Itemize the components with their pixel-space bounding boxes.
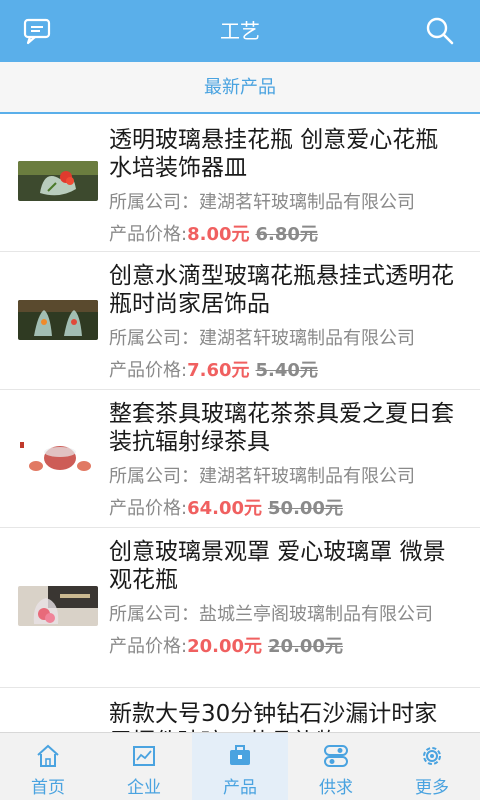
product-item[interactable]: 新款大号30分钟钻石沙漏计时家居摆件玻璃工艺品礼物	[0, 688, 480, 732]
product-company: 所属公司：建湖茗轩玻璃制品有限公司	[109, 466, 415, 487]
tab-label: 企业	[127, 778, 161, 798]
top-bar: 工艺	[0, 0, 480, 62]
product-price-row: 产品价格:7.60元 5.40元	[109, 360, 318, 381]
supply-demand-icon	[323, 743, 349, 769]
gear-icon	[419, 743, 445, 769]
product-company: 所属公司：建湖茗轩玻璃制品有限公司	[109, 192, 415, 213]
tab-more[interactable]: 更多	[384, 733, 480, 800]
product-icon	[227, 743, 253, 769]
tab-label: 供求	[319, 778, 353, 798]
product-price: 8.00元	[187, 224, 250, 245]
search-icon[interactable]	[420, 12, 460, 50]
product-item[interactable]: 透明玻璃悬挂花瓶 创意爱心花瓶水培装饰器皿 所属公司：建湖茗轩玻璃制品有限公司 …	[0, 116, 480, 252]
product-company: 所属公司：建湖茗轩玻璃制品有限公司	[109, 328, 415, 349]
product-item[interactable]: 创意玻璃景观罩 爱心玻璃罩 微景观花瓶 所属公司：盐城兰亭阁玻璃制品有限公司 产…	[0, 528, 480, 688]
tab-label: 更多	[415, 778, 449, 798]
product-old-price: 50.00元	[268, 498, 343, 519]
product-price-row: 产品价格:20.00元 20.00元	[109, 636, 343, 657]
product-price: 20.00元	[187, 636, 263, 657]
bottom-tab-bar: 首页 企业 产品 供求 更多	[0, 732, 480, 800]
product-name: 创意玻璃景观罩 爱心玻璃罩 微景观花瓶	[109, 539, 446, 593]
product-thumbnail	[18, 161, 98, 201]
tab-label: 首页	[31, 778, 65, 798]
product-name: 整套茶具玻璃花茶茶具爱之夏日套装抗辐射绿茶具	[109, 401, 454, 455]
product-thumbnail	[18, 432, 98, 476]
product-name: 透明玻璃悬挂花瓶 创意爱心花瓶水培装饰器皿	[109, 127, 439, 181]
product-list: 透明玻璃悬挂花瓶 创意爱心花瓶水培装饰器皿 所属公司：建湖茗轩玻璃制品有限公司 …	[0, 116, 480, 732]
page-title: 工艺	[220, 19, 260, 43]
product-price: 64.00元	[187, 498, 263, 519]
section-title: 最新产品	[0, 62, 480, 114]
home-icon	[35, 743, 61, 769]
tab-supply-demand[interactable]: 供求	[288, 733, 384, 800]
product-thumbnail	[18, 300, 98, 340]
product-price: 7.60元	[187, 360, 250, 381]
product-name: 创意水滴型玻璃花瓶悬挂式透明花瓶时尚家居饰品	[109, 263, 454, 317]
tab-product[interactable]: 产品	[192, 733, 288, 800]
tab-enterprise[interactable]: 企业	[96, 733, 192, 800]
product-old-price: 6.80元	[255, 224, 318, 245]
product-item[interactable]: 创意水滴型玻璃花瓶悬挂式透明花瓶时尚家居饰品 所属公司：建湖茗轩玻璃制品有限公司…	[0, 252, 480, 390]
product-old-price: 5.40元	[255, 360, 318, 381]
product-name: 新款大号30分钟钻石沙漏计时家居摆件玻璃工艺品礼物	[109, 701, 438, 732]
product-company: 所属公司：盐城兰亭阁玻璃制品有限公司	[109, 604, 433, 625]
tab-home[interactable]: 首页	[0, 733, 96, 800]
product-thumbnail	[18, 586, 98, 626]
product-price-row: 产品价格:64.00元 50.00元	[109, 498, 343, 519]
enterprise-icon	[131, 743, 157, 769]
product-old-price: 20.00元	[268, 636, 343, 657]
tab-label: 产品	[223, 778, 257, 798]
product-price-row: 产品价格:8.00元 6.80元	[109, 224, 318, 245]
product-item[interactable]: 整套茶具玻璃花茶茶具爱之夏日套装抗辐射绿茶具 所属公司：建湖茗轩玻璃制品有限公司…	[0, 390, 480, 528]
